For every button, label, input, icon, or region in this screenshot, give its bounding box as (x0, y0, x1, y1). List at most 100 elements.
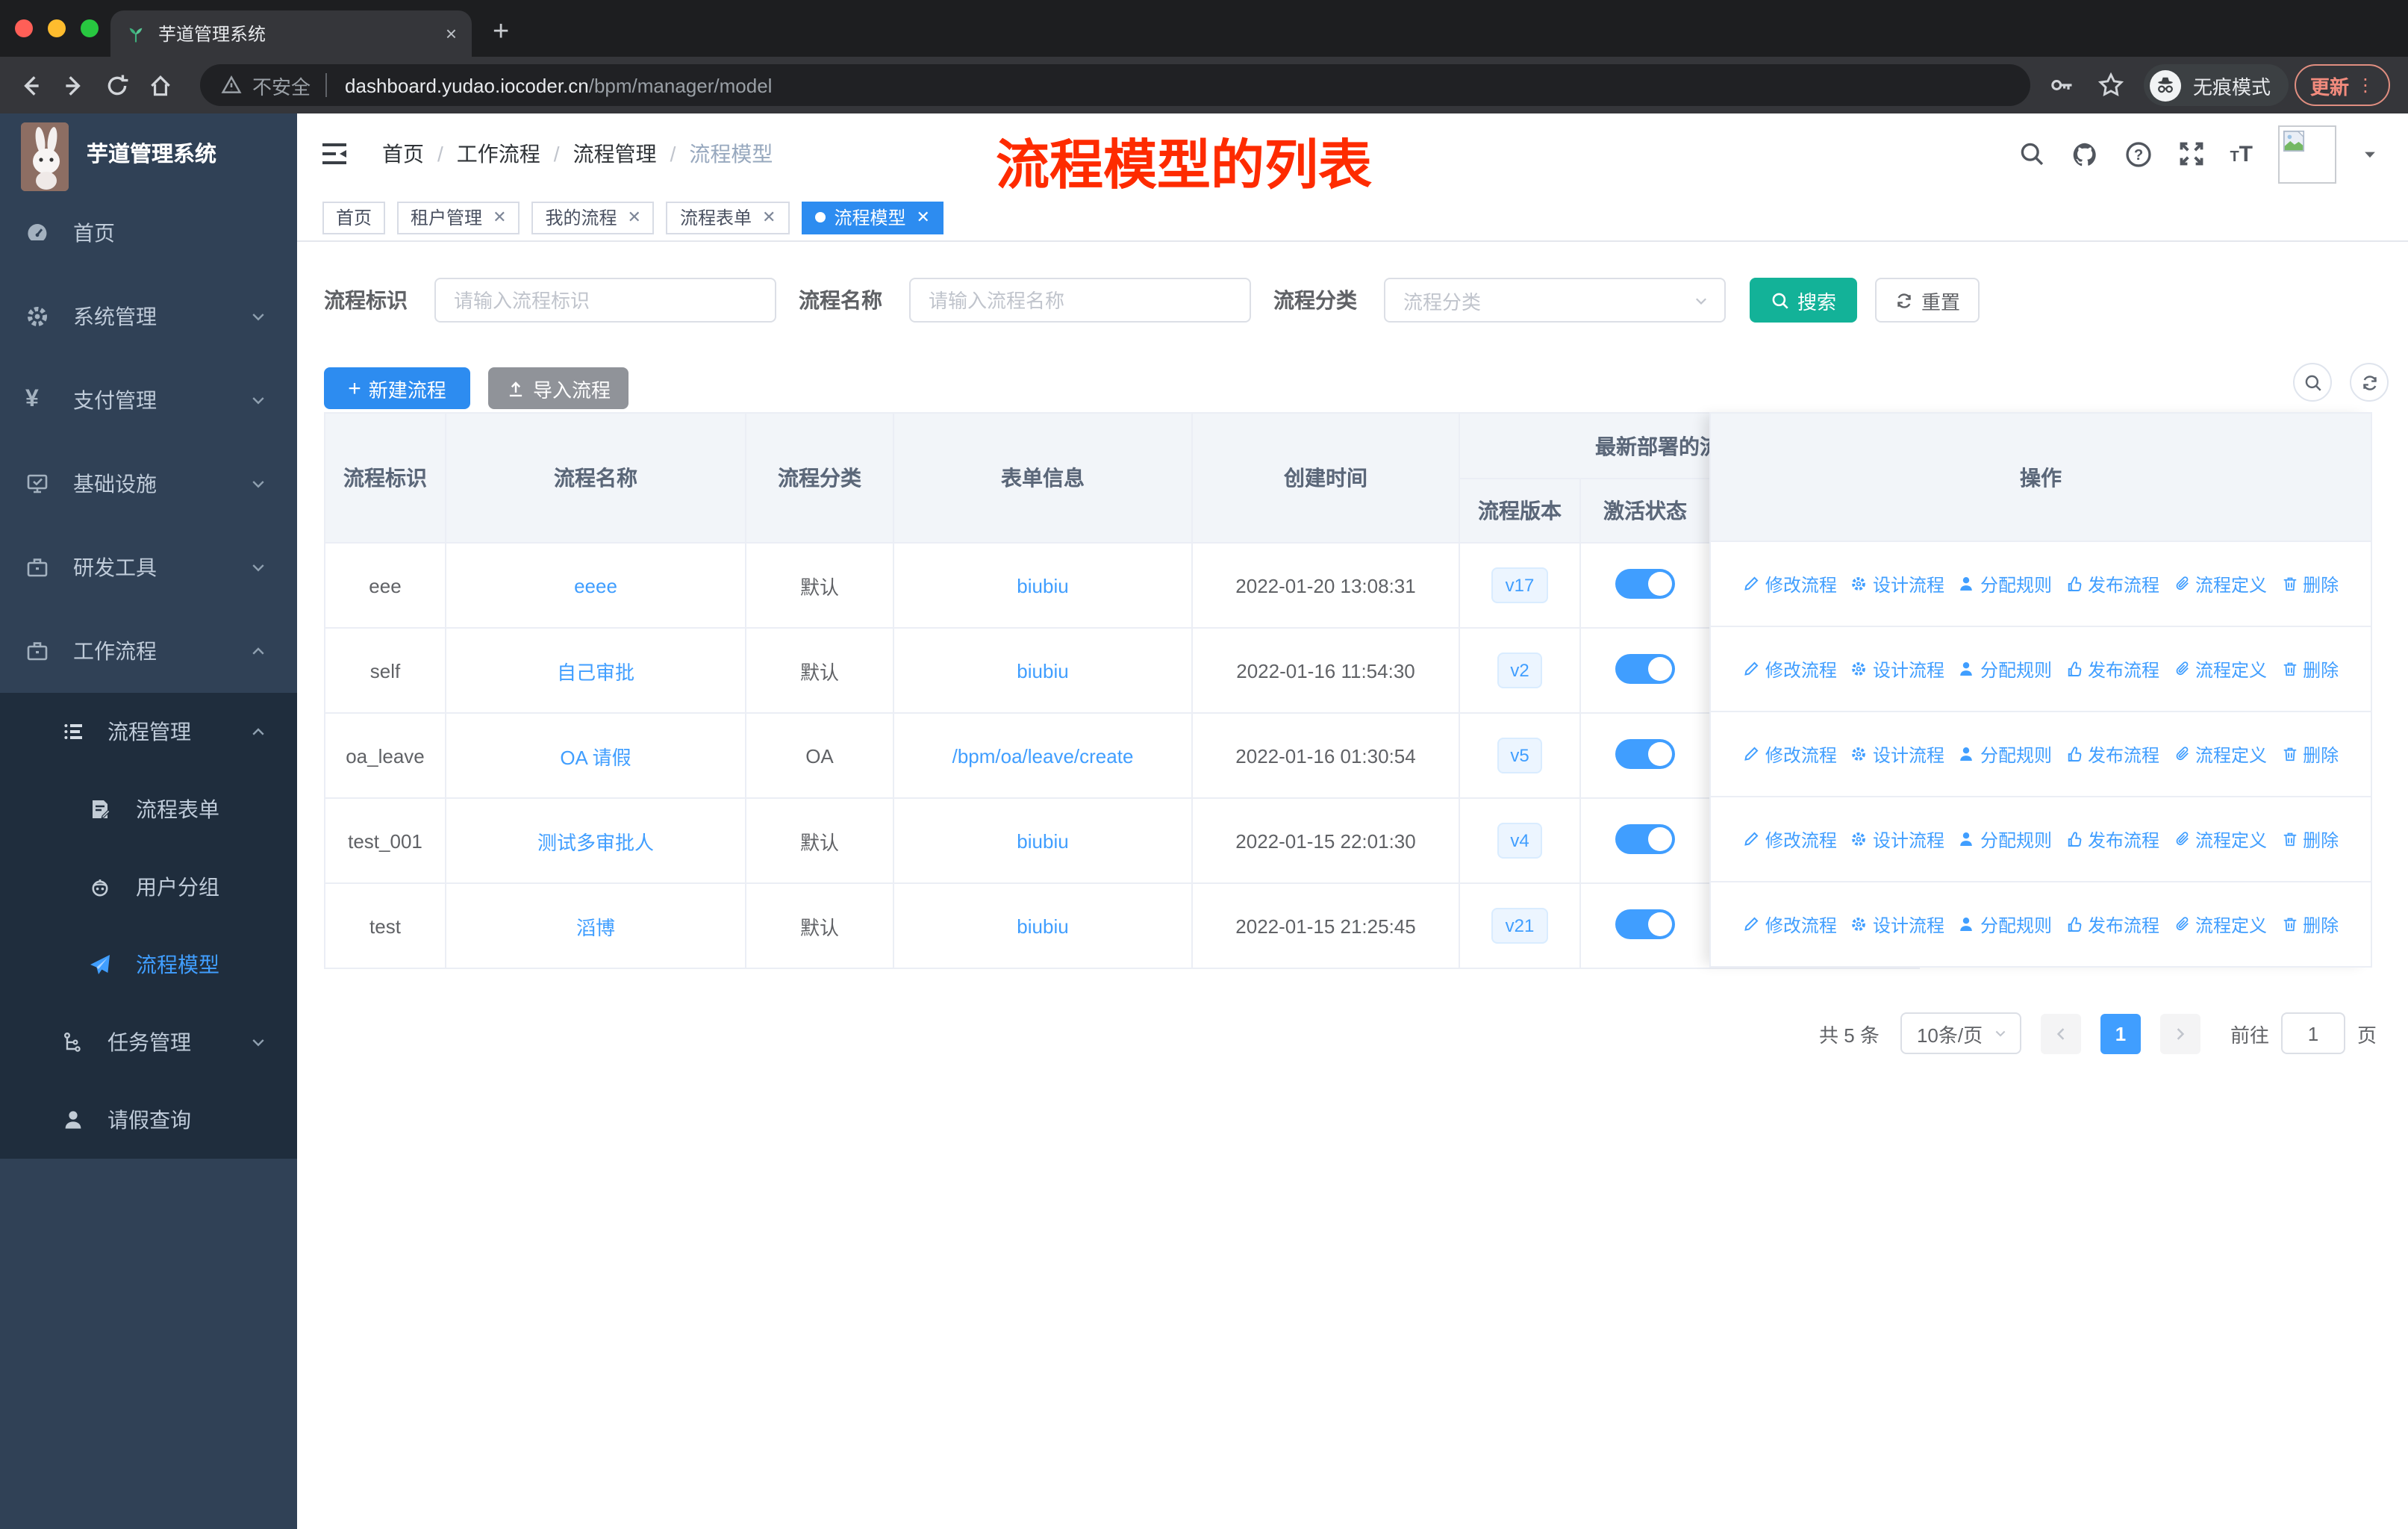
next-page-button[interactable] (2159, 1013, 2200, 1053)
cell-process-name[interactable]: 测试多审批人 (445, 797, 746, 884)
cell-process-name[interactable]: eeee (445, 542, 746, 629)
design-process-link[interactable]: 设计流程 (1850, 912, 1944, 937)
publish-process-link[interactable]: 发布流程 (2065, 741, 2159, 767)
sidebar-item-leave-query[interactable]: 请假查询 (0, 1081, 297, 1159)
url-bar[interactable]: 不安全 dashboard.yudao.iocoder.cn /bpm/mana… (200, 64, 2030, 106)
process-id-input[interactable] (434, 278, 776, 323)
sidebar-item-process-form[interactable]: 流程表单 (0, 770, 297, 848)
tag-process-model[interactable]: 流程模型 ✕ (801, 201, 943, 234)
mac-zoom-button[interactable] (81, 19, 99, 37)
import-process-button[interactable]: 导入流程 (488, 367, 628, 409)
delete-link[interactable]: 删除 (2280, 741, 2339, 767)
browser-update-button[interactable]: 更新 ⋮ (2295, 64, 2390, 106)
cell-active-toggle[interactable] (1579, 712, 1711, 799)
breadcrumb-process-management[interactable]: 流程管理 (573, 139, 657, 169)
process-definition-link[interactable]: 流程定义 (2173, 741, 2267, 767)
tag-my-process[interactable]: 我的流程 ✕ (531, 201, 655, 234)
page-number-1[interactable]: 1 (2100, 1013, 2141, 1053)
new-tab-button[interactable]: + (493, 15, 509, 51)
cell-form-info[interactable]: biubiu (893, 882, 1193, 969)
close-icon[interactable]: ✕ (762, 208, 776, 227)
search-icon[interactable] (2018, 140, 2044, 167)
publish-process-link[interactable]: 发布流程 (2065, 571, 2159, 597)
avatar[interactable] (2278, 125, 2336, 183)
assign-rules-link[interactable]: 分配规则 (1958, 741, 2052, 767)
goto-page-input[interactable] (2280, 1012, 2345, 1054)
design-process-link[interactable]: 设计流程 (1850, 741, 1944, 767)
sidebar-item-process-management[interactable]: 流程管理 (0, 693, 297, 770)
process-definition-link[interactable]: 流程定义 (2173, 571, 2267, 597)
tag-home[interactable]: 首页 (322, 201, 386, 234)
browser-menu-icon[interactable]: ⋮ (2356, 75, 2374, 93)
design-process-link[interactable]: 设计流程 (1850, 656, 1944, 682)
process-category-select[interactable]: 流程分类 (1384, 278, 1726, 323)
sidebar-item-process-model[interactable]: 流程模型 (0, 926, 297, 1003)
create-process-button[interactable]: + 新建流程 (324, 367, 470, 409)
sidebar-item-infrastructure[interactable]: 基础设施 (0, 442, 297, 526)
reload-icon[interactable] (105, 72, 130, 98)
forward-icon[interactable] (61, 72, 87, 98)
delete-link[interactable]: 删除 (2280, 826, 2339, 852)
delete-link[interactable]: 删除 (2280, 912, 2339, 937)
edit-process-link[interactable]: 修改流程 (1743, 912, 1837, 937)
edit-process-link[interactable]: 修改流程 (1743, 656, 1837, 682)
process-definition-link[interactable]: 流程定义 (2173, 912, 2267, 937)
breadcrumb-home[interactable]: 首页 (382, 139, 424, 169)
publish-process-link[interactable]: 发布流程 (2065, 656, 2159, 682)
assign-rules-link[interactable]: 分配规则 (1958, 656, 2052, 682)
assign-rules-link[interactable]: 分配规则 (1958, 826, 2052, 852)
close-icon[interactable]: ✕ (493, 208, 506, 227)
sidebar-collapse-icon[interactable] (319, 139, 349, 169)
sidebar-item-payment[interactable]: ¥ 支付管理 (0, 358, 297, 442)
cell-active-toggle[interactable] (1579, 797, 1711, 884)
cell-form-info[interactable]: biubiu (893, 542, 1193, 629)
home-icon[interactable] (148, 72, 173, 98)
reset-button[interactable]: 重置 (1875, 278, 1980, 323)
cell-process-name[interactable]: OA 请假 (445, 712, 746, 799)
sidebar-item-dev-tools[interactable]: 研发工具 (0, 526, 297, 609)
process-definition-link[interactable]: 流程定义 (2173, 826, 2267, 852)
process-definition-link[interactable]: 流程定义 (2173, 656, 2267, 682)
cell-form-info[interactable]: /bpm/oa/leave/create (893, 712, 1193, 799)
sidebar-logo[interactable]: 芋道管理系统 (0, 113, 297, 191)
sidebar-item-home[interactable]: 首页 (0, 191, 297, 275)
search-button[interactable]: 搜索 (1750, 278, 1857, 323)
back-icon[interactable] (18, 72, 43, 98)
cell-active-toggle[interactable] (1579, 542, 1711, 629)
assign-rules-link[interactable]: 分配规则 (1958, 571, 2052, 597)
help-icon[interactable]: ? (2124, 140, 2152, 168)
cell-active-toggle[interactable] (1579, 627, 1711, 714)
cell-active-toggle[interactable] (1579, 882, 1711, 969)
incognito-badge[interactable]: 无痕模式 (2144, 64, 2289, 106)
edit-process-link[interactable]: 修改流程 (1743, 741, 1837, 767)
refresh-table-button[interactable] (2350, 363, 2389, 402)
sidebar-item-workflow[interactable]: 工作流程 (0, 609, 297, 693)
edit-process-link[interactable]: 修改流程 (1743, 571, 1837, 597)
edit-process-link[interactable]: 修改流程 (1743, 826, 1837, 852)
sidebar-item-user-group[interactable]: 用户分组 (0, 848, 297, 926)
close-icon[interactable]: ✕ (916, 208, 929, 227)
caret-down-icon[interactable] (2362, 146, 2378, 162)
close-icon[interactable]: ✕ (628, 208, 641, 227)
sidebar-item-task-management[interactable]: 任务管理 (0, 1003, 297, 1081)
delete-link[interactable]: 删除 (2280, 571, 2339, 597)
design-process-link[interactable]: 设计流程 (1850, 571, 1944, 597)
tag-tenant[interactable]: 租户管理 ✕ (397, 201, 520, 234)
cell-form-info[interactable]: biubiu (893, 627, 1193, 714)
mac-minimize-button[interactable] (48, 19, 66, 37)
sidebar-item-system[interactable]: 系统管理 (0, 275, 297, 358)
breadcrumb-workflow[interactable]: 工作流程 (457, 139, 540, 169)
process-name-input[interactable] (909, 278, 1251, 323)
bookmark-star-icon[interactable] (2097, 72, 2124, 99)
cell-process-name[interactable]: 滔博 (445, 882, 746, 969)
github-icon[interactable] (2070, 140, 2098, 168)
security-warning-icon[interactable] (221, 75, 242, 96)
design-process-link[interactable]: 设计流程 (1850, 826, 1944, 852)
page-size-select[interactable]: 10条/页 (1900, 1012, 2021, 1054)
delete-link[interactable]: 删除 (2280, 656, 2339, 682)
assign-rules-link[interactable]: 分配规则 (1958, 912, 2052, 937)
show-search-button[interactable] (2293, 363, 2332, 402)
tag-process-form[interactable]: 流程表单 ✕ (666, 201, 790, 234)
browser-tab[interactable]: 芋道管理系统 × (110, 10, 472, 57)
password-key-icon[interactable] (2048, 72, 2075, 99)
